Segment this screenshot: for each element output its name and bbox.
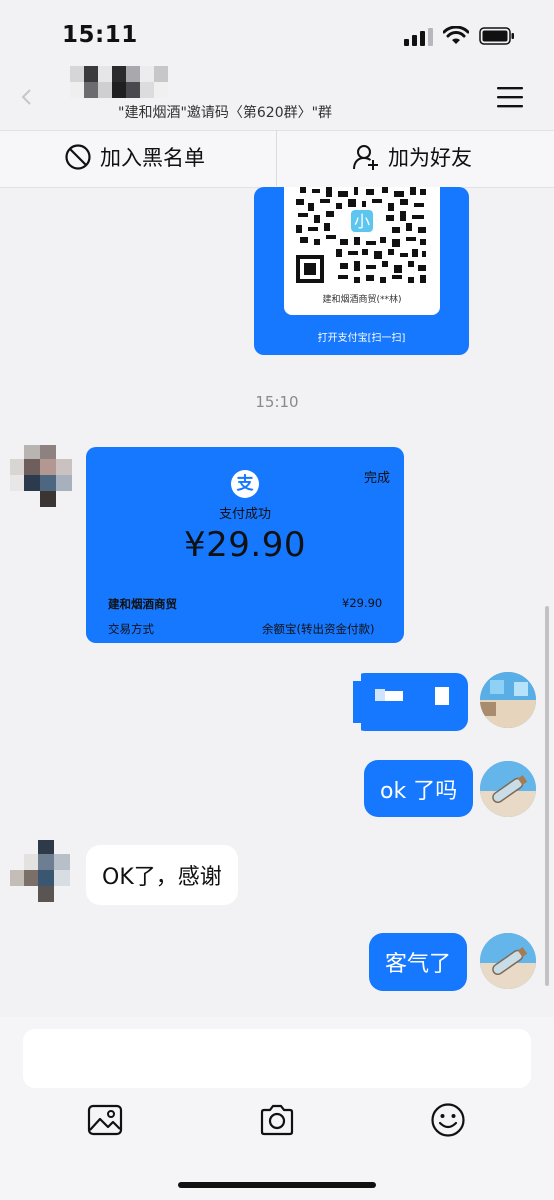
payment-status: 完成 [364,471,391,486]
alipay-icon: 支 [231,470,259,498]
my-avatar[interactable] [480,761,536,817]
chat-scrollbar[interactable] [545,606,549,986]
payment-amount-detail: ¥29.90 [342,596,383,610]
block-button[interactable]: 加入黑名单 [64,142,205,172]
chat-title-mosaic [70,66,168,98]
block-button-label: 加入黑名单 [100,146,205,170]
group-subtitle: "建和烟酒"邀请码〈第620群〉"群 [118,105,333,121]
status-time: 15:11 [62,22,138,48]
payment-amount: ¥29.90 [184,525,306,565]
message-bubble-sent[interactable]: ok 了吗 [364,760,474,817]
qr-open-alipay-text: 打开支付宝[扫一扫] [317,333,406,344]
emoji-icon[interactable] [430,1102,466,1138]
wifi-icon [443,26,469,44]
contact-avatar[interactable] [10,840,72,902]
my-avatar[interactable] [480,933,536,989]
message-text: 客气了 [385,952,452,977]
message-text: OK了，感谢 [102,865,222,890]
chat-area[interactable]: 小 建和烟酒商贸(**林) 打开支付宝[扫一扫] 15:10 支 完成 支付成功… [0,187,554,1017]
contact-avatar[interactable] [10,445,72,507]
image-icon[interactable] [87,1102,123,1138]
cellular-signal-icon [404,28,433,46]
add-friend-icon [353,145,378,170]
payment-title: 支付成功 [218,507,271,522]
image-message-bubble[interactable] [353,673,468,731]
payment-method-label: 交易方式 [108,622,154,636]
my-avatar[interactable] [480,672,536,728]
menu-icon[interactable] [496,85,524,109]
message-bubble-sent[interactable]: 客气了 [369,933,468,991]
payment-method-value: 余额宝(转出资金付款) [262,622,375,636]
qr-center-glyph: 小 [354,212,370,231]
battery-icon [479,27,514,45]
qr-merchant-name: 建和烟酒商贸(**林) [322,295,402,305]
back-icon[interactable] [18,88,36,106]
block-icon [65,144,91,170]
action-divider [276,130,277,186]
home-indicator[interactable] [178,1182,376,1188]
add-friend-button[interactable]: 加为好友 [352,142,472,172]
message-timestamp: 15:10 [255,393,299,411]
message-bubble-received[interactable]: OK了，感谢 [86,845,238,905]
camera-icon[interactable] [259,1102,295,1138]
message-text: ok 了吗 [380,778,458,804]
add-friend-button-label: 加为好友 [388,146,472,170]
payment-merchant: 建和烟酒商贸 [108,597,177,611]
qr-code-image: 小 [296,187,428,285]
message-input[interactable] [23,1029,531,1088]
